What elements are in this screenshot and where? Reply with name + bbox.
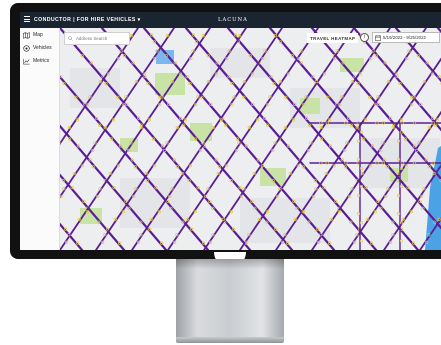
date-range-text: 5/19/2022 - 9/25/2022: [383, 35, 426, 40]
top-bar: CONDUCTOR | FOR HIRE VEHICLES ▾ LACUNA: [20, 12, 441, 28]
brand-logo: LACUNA: [218, 17, 248, 23]
travel-heatmap-map[interactable]: [60, 28, 441, 250]
search-input[interactable]: [76, 36, 126, 41]
sidebar-item-label: Map: [33, 32, 43, 38]
scene: CONDUCTOR | FOR HIRE VEHICLES ▾ LACUNA M…: [0, 0, 441, 345]
map-block: [120, 178, 190, 228]
sidebar-item-metrics[interactable]: Metrics: [23, 56, 49, 66]
date-range-picker[interactable]: 5/19/2022 - 9/25/2022: [372, 32, 440, 43]
app-title[interactable]: CONDUCTOR | FOR HIRE VEHICLES ▾: [34, 17, 141, 23]
app-screen: CONDUCTOR | FOR HIRE VEHICLES ▾ LACUNA M…: [20, 12, 441, 250]
address-search[interactable]: [64, 32, 130, 45]
sidebar: Map Vehicles Metrics: [20, 28, 60, 250]
map-block: [210, 48, 270, 78]
metrics-icon: [23, 58, 30, 64]
map-canvas[interactable]: [60, 28, 441, 250]
monitor-stand: [176, 259, 284, 339]
sidebar-item-label: Vehicles: [33, 45, 52, 51]
sidebar-item-map[interactable]: Map: [23, 30, 43, 40]
search-icon: [68, 36, 73, 41]
map-icon: [23, 31, 30, 39]
monitor-stand-base: [176, 337, 284, 343]
sidebar-item-label: Metrics: [33, 58, 50, 64]
park-area: [155, 73, 185, 95]
vehicle-icon: [23, 44, 30, 52]
info-button[interactable]: i: [360, 33, 369, 42]
hamburger-menu-icon[interactable]: [24, 16, 30, 22]
park-area: [260, 168, 286, 186]
park-area: [190, 123, 212, 141]
sidebar-item-vehicles[interactable]: Vehicles: [23, 43, 52, 53]
travel-heatmap-toggle[interactable]: TRAVEL HEATMAP: [307, 33, 359, 43]
park-area: [300, 98, 320, 114]
calendar-icon: [375, 34, 381, 41]
stand-shadow: [176, 259, 284, 269]
